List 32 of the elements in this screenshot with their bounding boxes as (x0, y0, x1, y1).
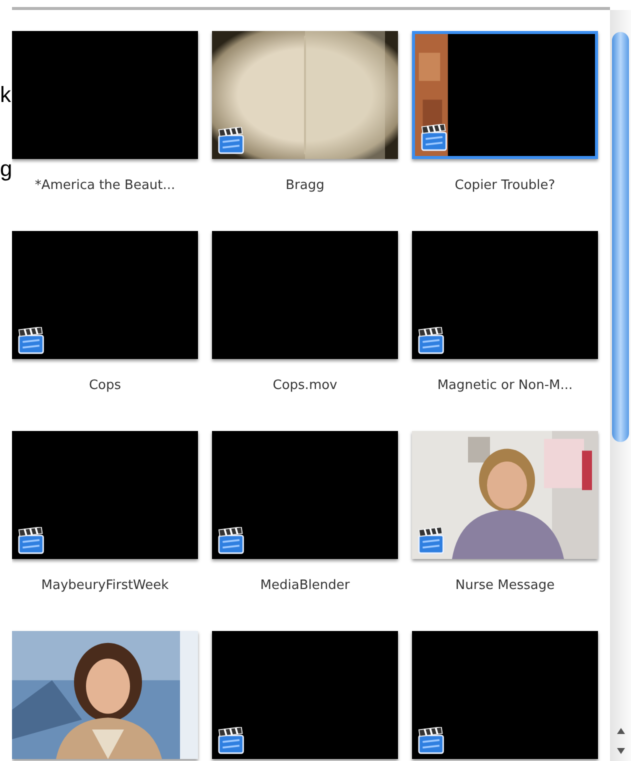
file-name: Magnetic or Non-M... (437, 378, 573, 393)
movie-clapper-icon (217, 127, 247, 155)
movie-clapper-icon (217, 727, 247, 755)
thumbnail[interactable] (12, 231, 198, 359)
file-name: Nurse Message (455, 578, 555, 593)
thumbnail[interactable] (12, 431, 198, 559)
movie-clapper-icon (417, 327, 447, 355)
file-name: MaybeuryFirstWeek (41, 578, 169, 593)
movie-clapper-icon (417, 527, 447, 555)
thumbnail[interactable] (12, 31, 198, 159)
background-text: k (0, 82, 11, 108)
thumbnail[interactable] (212, 431, 398, 559)
thumbnail[interactable] (412, 231, 598, 359)
background-text: g (0, 156, 12, 182)
scroll-down-icon[interactable] (616, 747, 626, 755)
movie-clapper-icon (417, 727, 447, 755)
thumbnail[interactable] (412, 631, 598, 759)
movie-clapper-icon (17, 527, 47, 555)
file-name: Bragg (286, 178, 324, 193)
file-name: Cops.mov (272, 378, 338, 393)
movie-clapper-icon (217, 527, 247, 555)
thumbnail[interactable] (212, 231, 398, 359)
file-name: *America the Beaut... (34, 178, 176, 193)
movie-clapper-icon (17, 327, 47, 355)
file-name: Cops (88, 378, 122, 393)
file-name: Copier Trouble? (454, 178, 556, 193)
file-name: MediaBlender (260, 578, 350, 593)
scroll-thumb[interactable] (612, 32, 629, 442)
movie-clapper-icon (420, 124, 450, 152)
scroll-up-icon[interactable] (616, 727, 626, 735)
scrollbar[interactable] (610, 10, 631, 761)
thumbnail[interactable] (212, 631, 398, 759)
